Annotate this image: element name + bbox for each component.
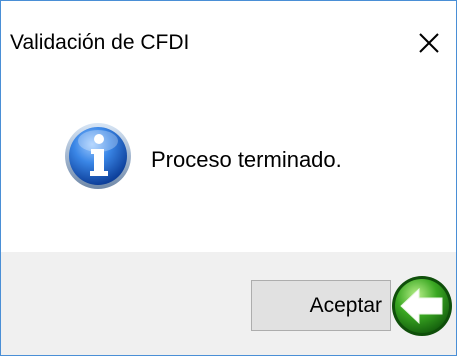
dialog-footer: Aceptar — [1, 252, 456, 355]
close-icon — [419, 33, 439, 53]
window-title: Validación de CFDI — [10, 31, 190, 54]
accept-button[interactable]: Aceptar — [251, 280, 391, 331]
message-text: Proceso terminado. — [151, 147, 342, 172]
message-dialog: Validación de CFDI Proceso terminado. Ac… — [0, 0, 457, 356]
green-back-arrow-icon — [392, 276, 452, 336]
dialog-content: Proceso terminado. — [1, 85, 456, 252]
close-button[interactable] — [409, 25, 449, 61]
title-bar[interactable]: Validación de CFDI — [1, 1, 456, 85]
info-icon — [65, 123, 131, 189]
accept-button-label: Aceptar — [309, 294, 382, 317]
